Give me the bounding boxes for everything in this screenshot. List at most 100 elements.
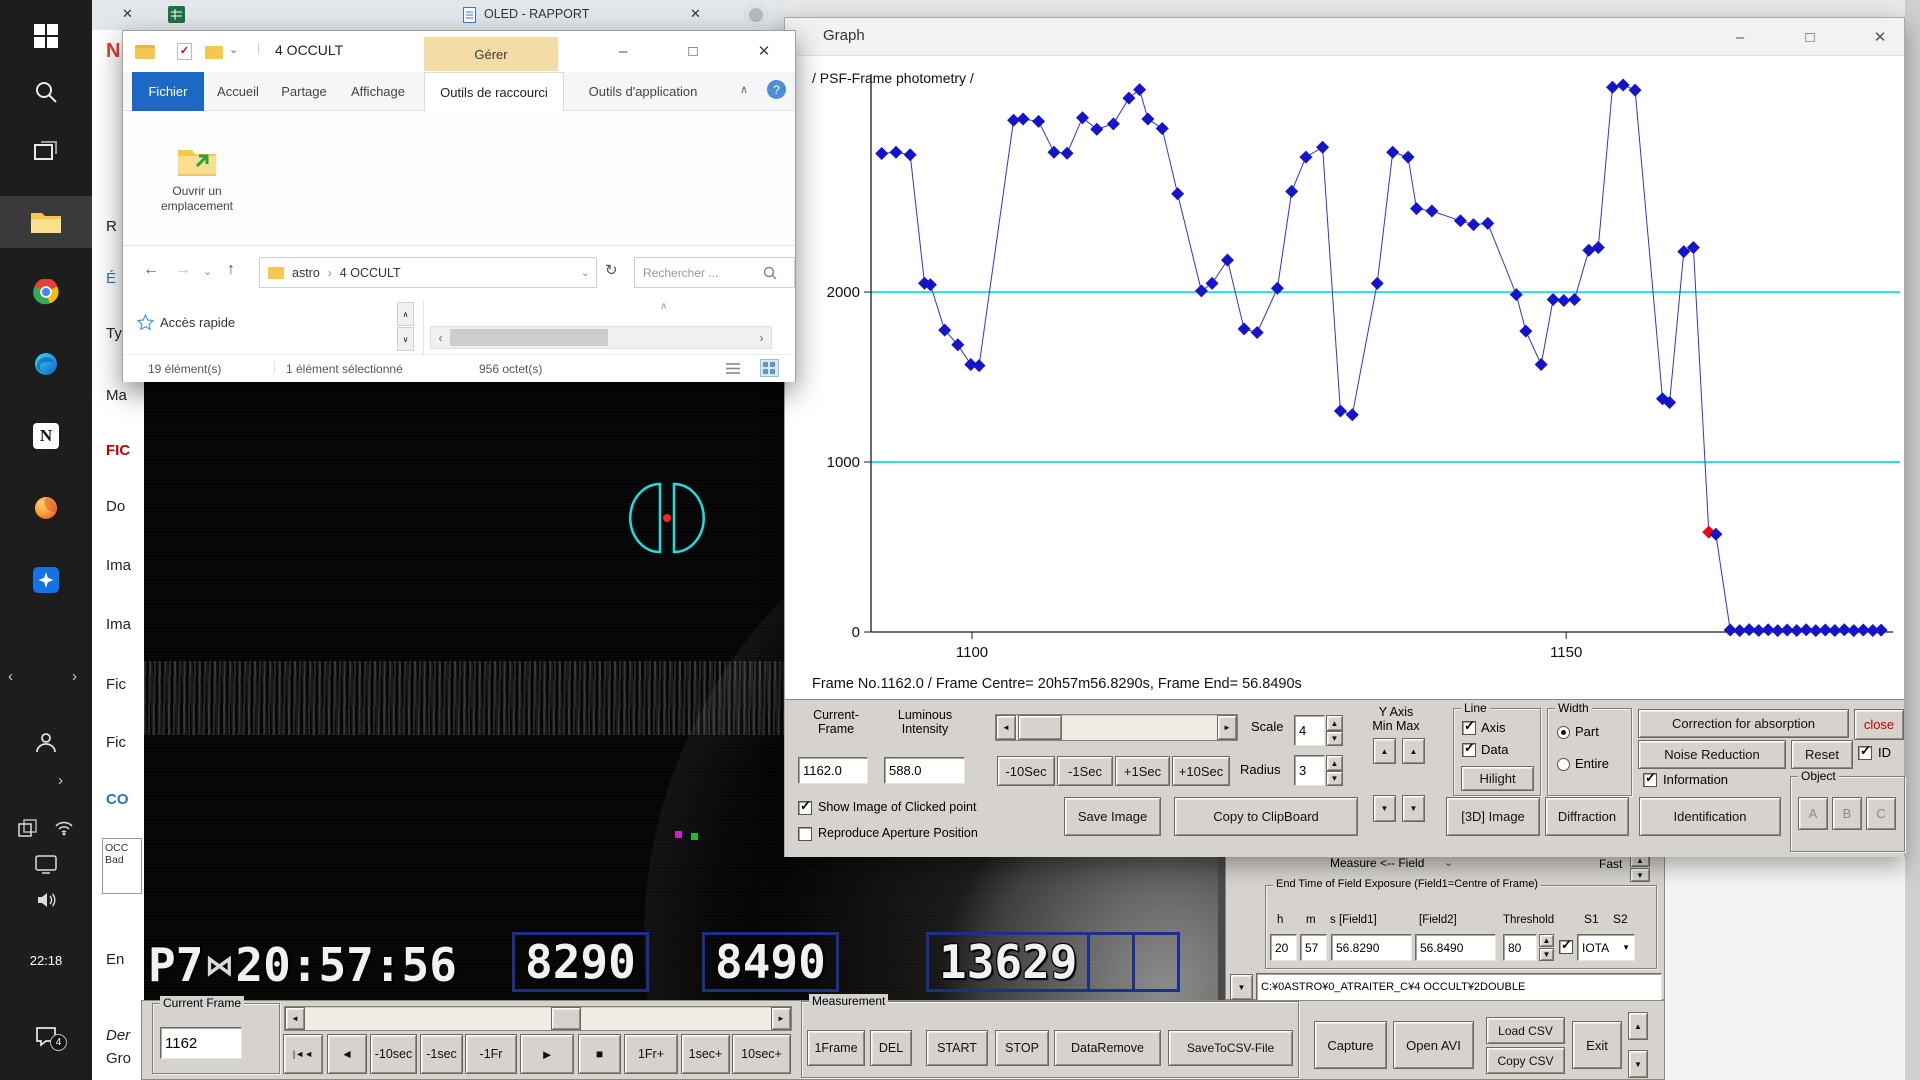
identification-button[interactable]: Identification xyxy=(1639,797,1781,836)
hscroll-left-arrow[interactable]: ‹ xyxy=(431,327,450,348)
tab-outils-application[interactable]: Outils d'application xyxy=(567,72,719,111)
address-dropdown-icon[interactable]: ⌄ xyxy=(581,266,590,279)
ymin-up-button[interactable]: ▲ xyxy=(1373,738,1396,764)
quick-access-label[interactable]: Accès rapide xyxy=(160,315,235,330)
avi-path-field[interactable] xyxy=(1256,973,1662,1001)
radius-field[interactable] xyxy=(1294,755,1325,786)
id-checkbox[interactable]: ✓ xyxy=(1858,743,1872,760)
seekbar-right-arrow[interactable]: ► xyxy=(771,1007,791,1030)
ymax-down-button[interactable]: ▼ xyxy=(1402,795,1425,822)
graph-scroll-right-arrow[interactable]: ► xyxy=(1217,715,1237,740)
save-to-csv-button[interactable]: SaveToCSV-File xyxy=(1168,1030,1293,1066)
chrome-button[interactable] xyxy=(0,268,92,316)
noise-reduction-button[interactable]: Noise Reduction xyxy=(1638,740,1786,769)
minimize-button[interactable]: – xyxy=(601,31,645,71)
correction-absorption-button[interactable]: Correction for absorption xyxy=(1638,709,1849,738)
graph-current-frame-field[interactable] xyxy=(798,757,868,784)
action-center-button[interactable]: 4 xyxy=(0,1014,92,1058)
list-view-icon[interactable] xyxy=(725,361,741,376)
second-field1[interactable] xyxy=(1331,934,1412,961)
entire-radio[interactable] xyxy=(1557,758,1570,771)
horizontal-scrollbar[interactable]: ‹ › xyxy=(430,326,772,349)
reset-button[interactable]: Reset xyxy=(1791,740,1853,769)
explorer-titlebar[interactable]: ✓ ⌄ | 4 OCCULT Gérer – □ ✕ xyxy=(123,31,795,72)
object-c-button[interactable]: C xyxy=(1866,797,1896,830)
measure-start-button[interactable]: START xyxy=(926,1030,988,1066)
hscroll-right-arrow[interactable]: › xyxy=(752,327,771,348)
edge-button[interactable] xyxy=(0,340,92,388)
3d-image-button[interactable]: [3D] Image xyxy=(1446,797,1540,836)
history-chevron-icon[interactable]: ⌄ xyxy=(203,265,212,278)
graph-frame-scrollbar[interactable]: ◄ ► xyxy=(995,714,1238,741)
exit-button[interactable]: Exit xyxy=(1572,1021,1622,1069)
save-image-button[interactable]: Save Image xyxy=(1064,797,1161,836)
seekbar-left-arrow[interactable]: ◄ xyxy=(285,1007,305,1030)
hscroll-thumb[interactable] xyxy=(450,329,608,346)
plus-10sec-button[interactable]: 10sec+ xyxy=(732,1034,791,1074)
tab-fichier[interactable]: Fichier xyxy=(132,72,204,111)
close-button[interactable]: ✕ xyxy=(742,31,786,71)
maximize-button[interactable]: □ xyxy=(1788,18,1832,56)
show-image-checkbox[interactable]: ✓ xyxy=(798,798,812,815)
minus-10sec-seek-button[interactable]: -10Sec xyxy=(997,756,1055,786)
minute-field[interactable] xyxy=(1300,934,1327,961)
tab-title[interactable]: OLED - RAPPORT xyxy=(484,7,589,21)
ribbon-collapse-icon[interactable]: ∧ xyxy=(740,83,748,96)
tab-close-icon[interactable]: ✕ xyxy=(690,6,701,22)
firefox-button[interactable] xyxy=(0,484,92,532)
object-b-button[interactable]: B xyxy=(1832,797,1862,830)
up-icon[interactable]: ↑ xyxy=(227,261,235,279)
radius-down-button[interactable]: ▼ xyxy=(1326,771,1343,786)
stop-button[interactable]: ■ xyxy=(578,1034,621,1074)
search-box[interactable] xyxy=(634,257,795,288)
graph-scroll-thumb[interactable] xyxy=(1018,715,1062,740)
minus-1sec-button[interactable]: -1sec xyxy=(420,1034,463,1074)
graph-scroll-left-arrow[interactable]: ◄ xyxy=(996,715,1016,740)
format-dropdown[interactable]: IOTA ▼ xyxy=(1577,934,1635,961)
threshold-down-button[interactable]: ▼ xyxy=(1539,948,1554,961)
collapse-right-icon[interactable]: › xyxy=(72,668,77,685)
measure-del-button[interactable]: DEL xyxy=(870,1030,912,1066)
part-radio[interactable] xyxy=(1557,726,1570,739)
photometry-plot[interactable]: 0 1000 2000 1100 1150 xyxy=(785,55,1904,699)
quick-access-check-icon[interactable]: ✓ xyxy=(177,43,192,60)
scale-field[interactable] xyxy=(1294,715,1325,746)
hour-field[interactable] xyxy=(1270,934,1297,961)
scale-up-button[interactable]: ▲ xyxy=(1326,715,1343,731)
people-button[interactable] xyxy=(0,724,92,760)
context-tab-gerer[interactable]: Gérer xyxy=(424,37,558,71)
information-checkbox[interactable]: ✓ xyxy=(1643,770,1657,787)
frame-seek-scrollbar[interactable]: ◄ ► xyxy=(284,1006,792,1031)
tab-partage[interactable]: Partage xyxy=(274,72,334,111)
help-icon[interactable]: ? xyxy=(767,80,786,99)
address-bar[interactable]: astro › 4 OCCULT ⌄ xyxy=(259,257,597,288)
minus-1frame-button[interactable]: -1Fr xyxy=(465,1034,517,1074)
photos-app-button[interactable] xyxy=(0,556,92,604)
file-explorer-button[interactable] xyxy=(0,196,92,248)
open-avi-button[interactable]: Open AVI xyxy=(1393,1021,1474,1069)
breadcrumb-root[interactable]: astro xyxy=(292,266,320,280)
second-field2[interactable] xyxy=(1415,934,1496,961)
frame-back-button[interactable]: ◄ xyxy=(327,1034,367,1074)
graph-titlebar[interactable]: Graph – □ ✕ xyxy=(785,18,1904,56)
search-input[interactable] xyxy=(635,265,761,280)
iota-checkbox[interactable]: ✓ xyxy=(1559,937,1573,954)
reproduce-aperture-checkbox[interactable] xyxy=(798,827,812,841)
ymin-down-button[interactable]: ▼ xyxy=(1373,795,1396,822)
tab-accueil[interactable]: Accueil xyxy=(204,72,272,111)
plus-1sec-button[interactable]: 1sec+ xyxy=(681,1034,730,1074)
maximize-button[interactable]: □ xyxy=(671,31,715,71)
chevron-down-icon[interactable]: ⌄ xyxy=(229,43,238,56)
scale-down-button[interactable]: ▼ xyxy=(1326,731,1343,746)
tab-close-icon[interactable]: ✕ xyxy=(122,6,133,22)
collapse-left-icon[interactable]: ‹ xyxy=(8,668,13,685)
notion-button[interactable]: N xyxy=(0,412,92,460)
threshold-field[interactable] xyxy=(1503,934,1537,961)
close-button[interactable]: ✕ xyxy=(1858,18,1902,56)
path-dropdown-button[interactable]: ▼ xyxy=(1230,974,1253,1000)
open-location-button[interactable]: Ouvrir un emplacement xyxy=(141,119,253,237)
search-button[interactable] xyxy=(0,72,92,112)
luminous-intensity-field[interactable] xyxy=(884,757,965,784)
close-graph-button[interactable]: close xyxy=(1854,709,1904,740)
capture-button[interactable]: Capture xyxy=(1314,1021,1387,1069)
